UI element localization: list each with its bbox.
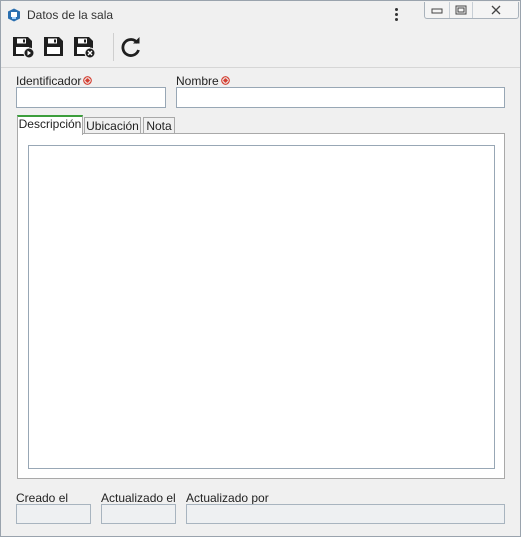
actualizado-por-field[interactable] (186, 504, 505, 524)
toolbar (1, 29, 520, 68)
minimize-button[interactable] (425, 2, 449, 18)
maximize-button[interactable] (449, 2, 473, 18)
identificador-label: Identificador (16, 74, 93, 88)
refresh-icon[interactable] (119, 35, 143, 59)
close-icon (491, 5, 500, 15)
dialog-window: Datos de la sala Identificador Nombre De… (0, 0, 521, 537)
tab-ubicacion[interactable]: Ubicación (84, 117, 141, 134)
title-bar[interactable]: Datos de la sala (1, 1, 520, 28)
required-icon (83, 76, 93, 85)
window-title: Datos de la sala (27, 8, 114, 22)
save-and-close-icon[interactable] (72, 35, 96, 59)
creado-label: Creado el (16, 491, 69, 505)
app-icon (8, 8, 20, 22)
tab-nota[interactable]: Nota (143, 117, 175, 134)
close-button[interactable] (473, 2, 518, 18)
nombre-label: Nombre (176, 74, 230, 88)
save-and-new-icon[interactable] (11, 35, 35, 59)
tab-panel-descripcion (17, 133, 505, 479)
minimize-icon (431, 8, 443, 14)
save-icon[interactable] (42, 35, 66, 59)
creado-field[interactable] (16, 504, 91, 524)
required-icon (220, 76, 230, 85)
maximize-icon (455, 5, 467, 15)
actualizado-por-label: Actualizado por (186, 491, 269, 505)
actualizado-el-label: Actualizado el (101, 491, 176, 505)
kebab-menu-icon[interactable] (390, 5, 402, 23)
nombre-label-text: Nombre (176, 74, 219, 88)
tab-descripcion[interactable]: Descripción (17, 115, 83, 135)
actualizado-el-field[interactable] (101, 504, 176, 524)
identificador-input[interactable] (16, 87, 166, 108)
descripcion-textarea[interactable] (28, 145, 495, 469)
identificador-label-text: Identificador (16, 74, 82, 88)
toolbar-separator (113, 33, 114, 61)
nombre-input[interactable] (176, 87, 505, 108)
window-controls (424, 2, 519, 19)
